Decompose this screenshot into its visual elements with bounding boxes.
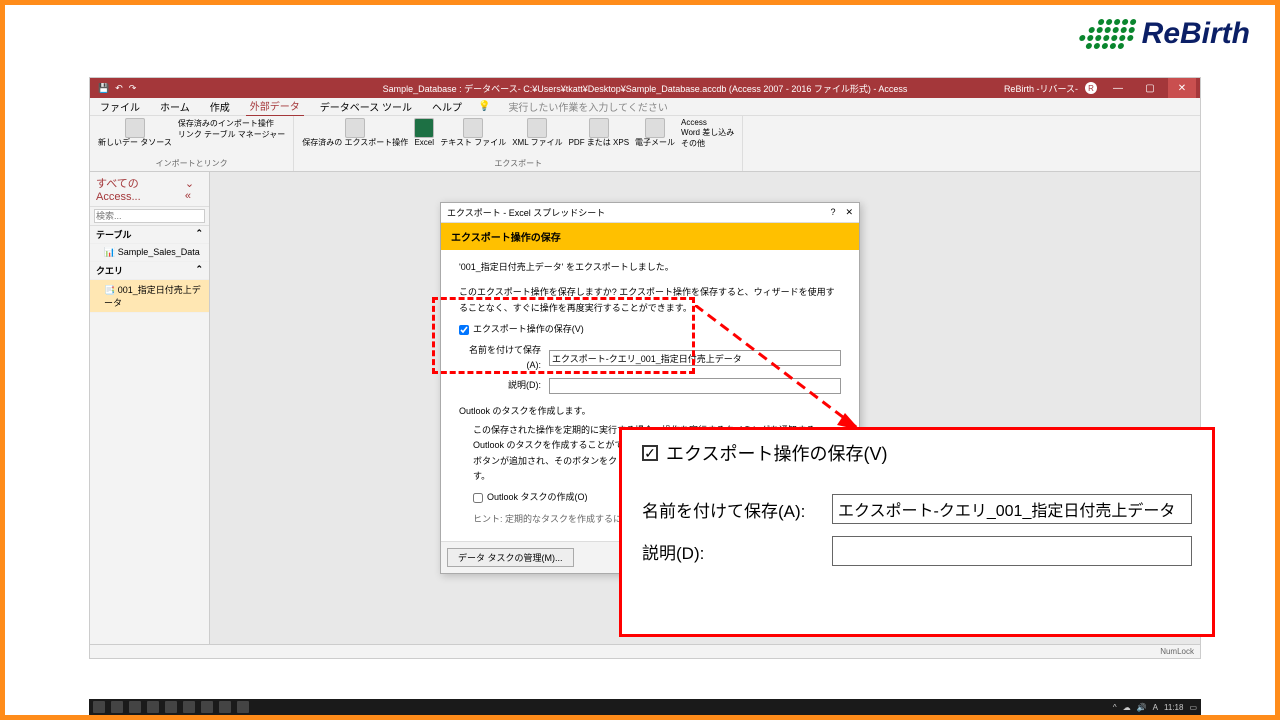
dialog-title: エクスポート - Excel スプレッドシート [447,206,605,219]
tellme-input[interactable]: 実行したい作業を入力してください [508,99,667,114]
group-import-label: インポートとリンク [98,158,285,169]
close-button[interactable]: ✕ [1168,78,1196,98]
app-icon2[interactable] [201,701,213,713]
save-export-prompt: このエクスポート操作を保存しますか? エクスポート操作を保存すると、ウィザードを… [459,285,841,316]
outlook-section-head: Outlook のタスクを作成します。 [459,404,841,419]
help-button[interactable]: ? [830,207,835,218]
name-label: 名前を付けて保存(A): [459,343,541,374]
manage-data-tasks-button[interactable]: データ タスクの管理(M)... [447,548,574,567]
undo-icon[interactable]: ↶ [115,83,123,94]
tray-clock[interactable]: 11:18 [1164,703,1183,712]
saved-exports-button[interactable]: 保存済みの エクスポート操作 [302,118,408,148]
desc-label: 説明(D): [459,378,541,393]
nav-item-sample-sales[interactable]: 📊 Sample_Sales_Data [90,244,209,262]
zoom-desc-input[interactable] [832,536,1192,566]
tab-file[interactable]: ファイル [96,97,144,116]
taskbar[interactable]: ^ ☁ 🔊 A 11:18 ▭ [89,699,1201,715]
tab-create[interactable]: 作成 [206,97,234,116]
nav-cat-queries[interactable]: クエリ⌃ [90,262,209,280]
account-label: ReBirth -リバース- [1004,82,1078,95]
status-bar: NumLock [90,644,1200,658]
logo-dots-icon [1077,19,1136,49]
nav-cat-tables[interactable]: テーブル⌃ [90,226,209,244]
ribbon: 新しいデー タソース 保存済みのインポート操作 リンク テーブル マネージャー … [90,116,1200,172]
minimize-button[interactable]: — [1104,78,1132,98]
app-icon[interactable] [183,701,195,713]
zoom-name-input[interactable] [832,494,1192,524]
export-xml-button[interactable]: XML ファイル [512,118,562,148]
dialog-banner: エクスポート操作の保存 [441,223,859,250]
chrome-icon[interactable] [165,701,177,713]
start-button[interactable] [93,701,105,713]
export-excel-button[interactable]: Excel [414,118,434,148]
tab-dbtools[interactable]: データベース ツール [316,97,416,116]
access-icon[interactable] [219,701,231,713]
export-name-input[interactable] [549,350,841,366]
zoom-checkbox-icon: ✓ [642,445,658,461]
quick-access-toolbar[interactable]: 💾 ↶ ↷ [90,83,144,94]
logo-text: ReBirth [1142,17,1250,51]
export-success-msg: '001_指定日付売上データ' をエクスポートしました。 [459,260,841,275]
tray-cloud-icon[interactable]: ☁ [1123,703,1131,712]
save-export-checkbox[interactable] [459,325,469,335]
zoom-desc-label: 説明(D): [642,539,812,564]
account-badge-icon[interactable]: R [1085,82,1097,94]
export-email-button[interactable]: 電子メール [635,118,675,148]
explorer-icon[interactable] [147,701,159,713]
export-other-button[interactable]: その他 [681,138,734,149]
tab-external-data[interactable]: 外部データ [246,96,304,117]
rebirth-logo: ReBirth [1080,17,1250,51]
dialog-close-button[interactable]: ✕ [845,207,853,218]
tray-notif-icon[interactable]: ▭ [1189,703,1197,712]
menu-tabs: ファイル ホーム 作成 外部データ データベース ツール ヘルプ 💡 実行したい… [90,98,1200,116]
outlook-task-checkbox[interactable] [473,493,483,503]
tab-home[interactable]: ホーム [156,97,194,116]
export-pdf-button[interactable]: PDF または XPS [569,118,629,148]
linked-table-manager-button[interactable]: リンク テーブル マネージャー [178,129,285,140]
taskview-icon[interactable] [129,701,141,713]
zoom-checkbox-label: エクスポート操作の保存(V) [666,440,887,466]
tray-volume-icon[interactable]: 🔊 [1137,703,1147,712]
zoom-name-label: 名前を付けて保存(A): [642,497,812,522]
tray-ime-icon[interactable]: A [1153,703,1158,712]
save-icon[interactable]: 💾 [98,83,109,94]
export-word-button[interactable]: Word 差し込み [681,127,734,138]
nav-item-query001[interactable]: 📑 001_指定日付売上データ [90,280,209,313]
new-datasource-button[interactable]: 新しいデー タソース [98,118,172,148]
chevron-down-icon: ⌄ « [185,177,203,202]
tray-up-icon[interactable]: ^ [1113,703,1117,712]
search-icon[interactable] [111,701,123,713]
group-export-label: エクスポート [302,158,734,169]
window-title: Sample_Database : データベース- C:¥Users¥tkatt… [383,82,908,95]
zoom-callout: ✓ エクスポート操作の保存(V) 名前を付けて保存(A): 説明(D): [619,427,1215,637]
app-icon3[interactable] [237,701,249,713]
nav-search-input[interactable] [94,209,205,223]
tab-help[interactable]: ヘルプ [428,97,466,116]
navigation-pane: すべての Access...⌄ « テーブル⌃ 📊 Sample_Sales_D… [90,172,210,644]
export-access-button[interactable]: Access [681,118,734,127]
nav-header[interactable]: すべての Access...⌄ « [90,172,209,207]
export-text-button[interactable]: テキスト ファイル [440,118,506,148]
titlebar: 💾 ↶ ↷ Sample_Database : データベース- C:¥Users… [90,78,1200,98]
saved-imports-button[interactable]: 保存済みのインポート操作 [178,118,285,129]
maximize-button[interactable]: ▢ [1136,78,1164,98]
lightbulb-icon: 💡 [478,101,490,112]
export-desc-input[interactable] [549,378,841,394]
redo-icon[interactable]: ↷ [129,83,137,94]
